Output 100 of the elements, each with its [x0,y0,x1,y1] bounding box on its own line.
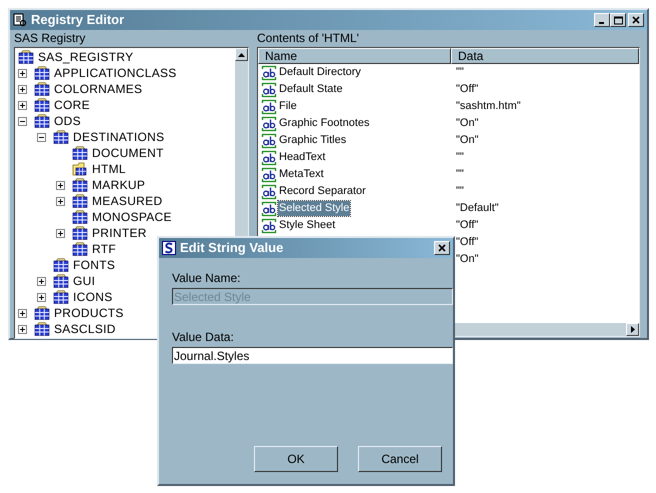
maximize-button[interactable] [610,13,626,27]
column-header[interactable]: Name [258,48,451,64]
column-header[interactable]: Data [451,48,639,64]
string-value-icon [261,98,277,114]
close-button[interactable] [434,241,450,255]
tree-item[interactable]: GUI [73,274,96,288]
expand-icon[interactable] [56,196,65,206]
folder-grid-icon [34,114,50,128]
string-value-icon [261,218,277,234]
value-data: "Off" [455,82,480,97]
folder-grid-icon [53,130,69,144]
pane-label: Contents of 'HTML' [257,31,360,46]
tree-item[interactable]: MONOSPACE [92,210,172,224]
string-value-icon [261,200,277,216]
value-name[interactable]: Style Sheet [278,218,336,233]
expand-icon[interactable] [37,292,46,302]
expand-icon[interactable] [56,180,65,190]
tree-item[interactable]: APPLICATIONCLASS [54,66,177,80]
scroll-right-icon[interactable] [630,326,634,333]
string-value-icon [261,150,277,166]
tree-item[interactable]: CORE [54,98,90,112]
field-label: Value Data: [172,330,235,345]
string-value-icon [261,132,277,148]
dialog-button[interactable]: Cancel [358,446,442,472]
value-data: "On" [455,252,480,267]
value-data: "Off" [455,218,480,233]
folder-grid-icon [72,146,88,160]
tree-item[interactable]: HTML [92,162,126,176]
close-icon [438,244,446,252]
close-button[interactable] [628,13,644,27]
folder-grid-icon [72,178,88,192]
registry-icon [13,13,27,27]
string-value-icon [261,184,277,200]
folder-grid-icon [34,98,50,112]
value-name[interactable]: Graphic Titles [278,133,348,148]
expand-icon[interactable] [18,84,27,94]
tree-item[interactable]: DOCUMENT [92,146,164,160]
value-name[interactable]: MetaText [278,167,325,182]
folder-grid-icon [53,274,69,288]
value-name[interactable]: File [278,99,298,114]
tree-item[interactable]: MEASURED [92,194,162,208]
folder-grid-icon [53,290,69,304]
expand-icon[interactable] [37,276,46,286]
scroll-up-icon[interactable] [238,52,245,56]
dialog-button[interactable]: OK [254,446,338,472]
tree-item[interactable]: ODS [54,114,81,128]
tree-item[interactable]: FONTS [73,258,116,272]
tree-item[interactable]: MARKUP [92,178,146,192]
collapse-icon[interactable] [18,116,27,126]
folder-grid-icon [34,66,50,80]
folder-grid-icon [53,258,69,272]
string-value-icon [261,82,277,98]
value-data: "" [455,150,465,165]
app-logo-icon [162,241,176,255]
value-data: "" [455,65,465,80]
field-label: Value Name: [172,271,242,286]
close-icon [632,16,640,24]
tree-item[interactable]: ICONS [73,290,113,304]
maximize-icon [614,16,622,24]
window-title: Edit String Value [180,239,284,258]
minimize-button[interactable] [594,13,610,27]
string-value-icon [261,166,277,182]
open-folder-icon [72,162,88,176]
expand-icon[interactable] [56,228,65,238]
tree-item[interactable]: SASCLSID [54,322,116,336]
expand-icon[interactable] [18,68,27,78]
tree-item[interactable]: SAS_REGISTRY [38,50,134,64]
string-value-icon [261,64,277,80]
value-data: "" [455,167,465,182]
value-name[interactable]: Default Directory [278,65,362,80]
value-data: "" [455,184,465,199]
value-data: "On" [455,133,480,148]
value-data: "On" [455,116,480,131]
tree-item[interactable]: RTF [92,242,116,256]
folder-grid-icon [72,210,88,224]
value-name[interactable]: Default State [278,82,344,97]
collapse-icon[interactable] [37,132,46,142]
tree-item[interactable]: PRINTER [92,226,147,240]
folder-grid-icon [34,82,50,96]
value-data: "Off" [455,235,480,250]
folder-grid-icon [72,226,88,240]
value-name[interactable]: Selected Style [278,201,350,216]
tree-item[interactable]: COLORNAMES [54,82,142,96]
expand-icon[interactable] [18,324,27,334]
value-name[interactable]: HeadText [278,150,326,165]
window-title: Registry Editor [31,11,124,30]
value-name[interactable]: Graphic Footnotes [278,116,370,131]
tree-item[interactable]: DESTINATIONS [73,130,164,144]
folder-grid-icon [34,306,50,320]
value-data: "sashtm.htm" [455,99,522,114]
folder-grid-icon [34,322,50,336]
folder-grid-icon [72,242,88,256]
string-value-icon [261,116,277,132]
text-field[interactable]: Journal.Styles [172,347,453,364]
folder-grid-icon [18,50,34,64]
tree-item[interactable]: PRODUCTS [54,306,124,320]
value-name[interactable]: Record Separator [278,184,367,199]
expand-icon[interactable] [18,100,27,110]
pane-label: SAS Registry [14,31,86,46]
expand-icon[interactable] [18,308,27,318]
